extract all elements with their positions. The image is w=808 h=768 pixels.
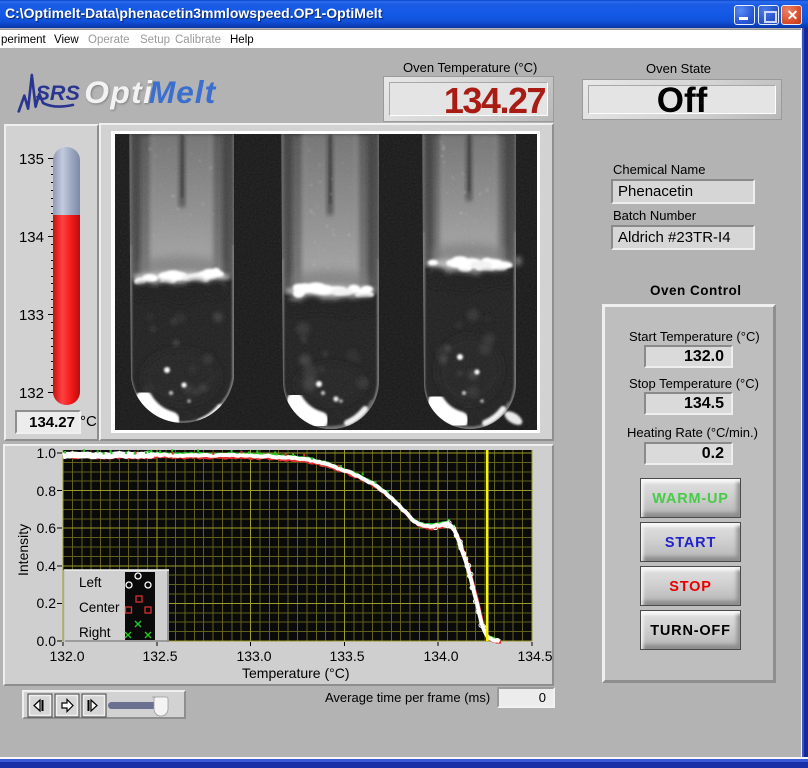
svg-text:SRS: SRS — [36, 81, 81, 105]
svg-text:Left: Left — [79, 575, 102, 590]
svg-text:134: 134 — [19, 229, 44, 246]
svg-text:Center: Center — [79, 600, 120, 615]
svg-text:Opti: Opti — [84, 74, 153, 110]
svg-text:Melt: Melt — [149, 74, 217, 110]
svg-text:Right: Right — [79, 625, 111, 640]
svg-text:133: 133 — [19, 307, 44, 324]
svg-text:132: 132 — [19, 385, 44, 402]
svg-text:135: 135 — [19, 151, 44, 168]
